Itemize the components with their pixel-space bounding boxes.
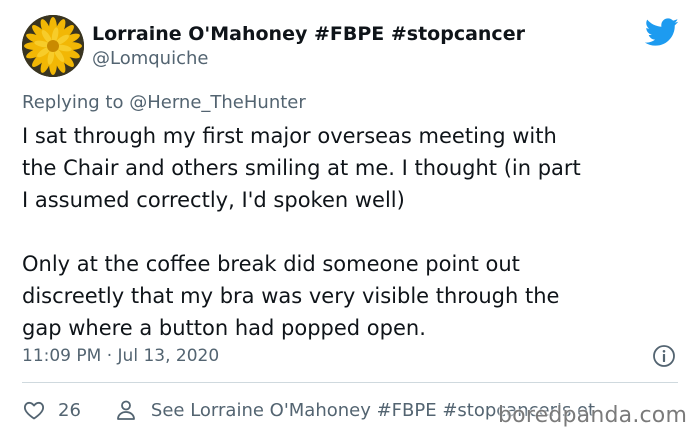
tweet-paragraph: I sat through my first major overseas me… [22, 124, 581, 212]
watermark: boredpanda.com [498, 403, 688, 428]
twitter-bird-icon[interactable] [644, 18, 679, 48]
info-icon[interactable] [652, 344, 676, 368]
author-display-name[interactable]: Lorraine O'Mahoney #FBPE #stopcancer [92, 22, 525, 46]
like-count: 26 [58, 399, 81, 421]
avatar[interactable] [22, 15, 84, 77]
heart-icon[interactable] [22, 398, 46, 422]
replying-to-label: Replying to [22, 92, 124, 113]
replying-to: Replying to @Herne_TheHunter [22, 92, 306, 114]
reply-mention-link[interactable]: @Herne_TheHunter [129, 92, 306, 113]
tweet-timestamp[interactable]: 11:09 PM · Jul 13, 2020 [22, 345, 219, 367]
person-icon [115, 399, 137, 421]
author-handle[interactable]: @Lomquiche [92, 48, 208, 70]
tweet-body: I sat through my first major overseas me… [22, 120, 682, 344]
divider [22, 382, 678, 383]
tweet-paragraph: Only at the coffee break did someone poi… [22, 252, 560, 340]
